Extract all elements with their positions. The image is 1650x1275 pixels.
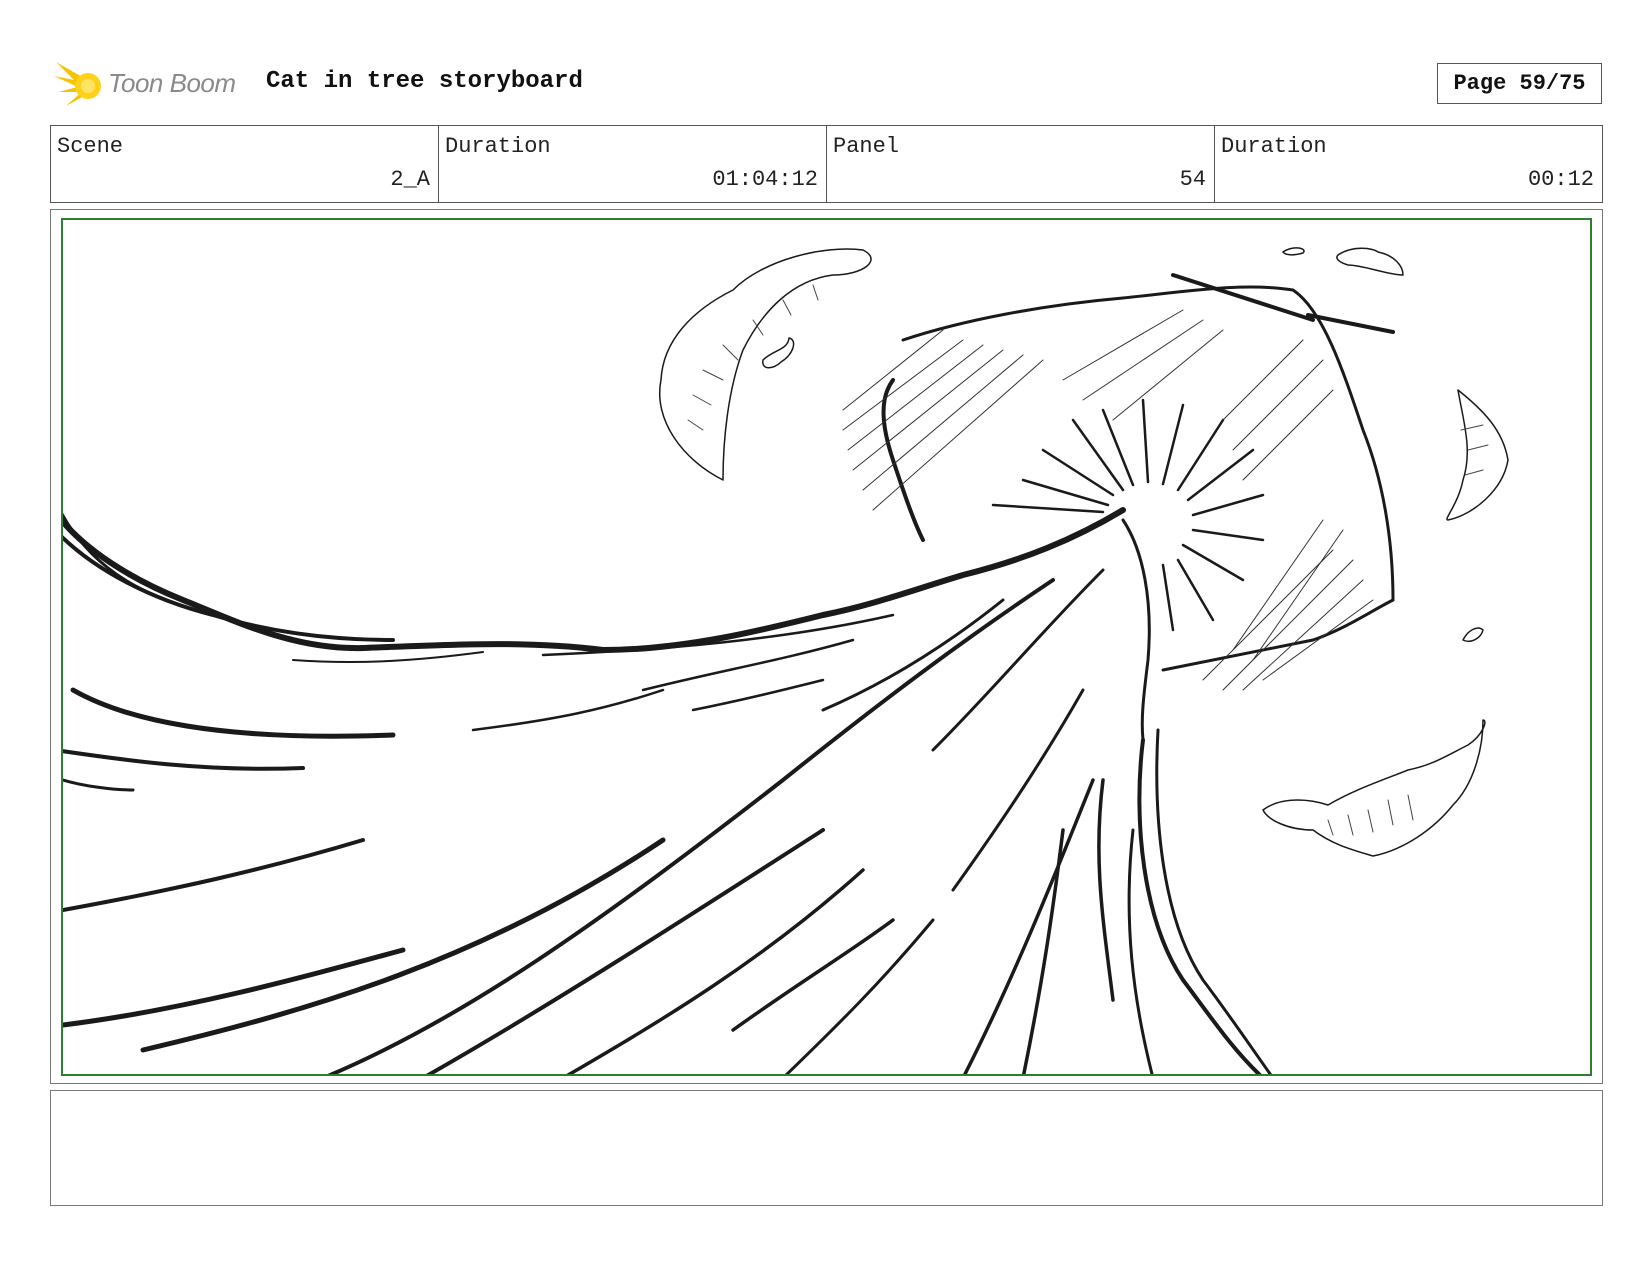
- scene-label: Scene: [57, 134, 124, 159]
- scene-duration-label: Duration: [445, 134, 551, 159]
- panel-image: [61, 218, 1592, 1076]
- panel-duration-cell: Duration 00:12: [1215, 126, 1602, 202]
- starburst-icon: [54, 62, 101, 106]
- notes-box: [50, 1090, 1603, 1206]
- scene-duration-cell: Duration 01:04:12: [439, 126, 827, 202]
- sketch-wave-tree: [63, 247, 1509, 1074]
- scene-duration-value: 01:04:12: [712, 167, 818, 192]
- panel-cell: Panel 54: [827, 126, 1215, 202]
- scene-value: 2_A: [390, 167, 430, 192]
- panel-duration-value: 00:12: [1527, 167, 1594, 192]
- panel-label: Panel: [833, 134, 900, 159]
- scene-cell: Scene 2_A: [51, 126, 439, 202]
- panel-duration-label: Duration: [1221, 134, 1327, 159]
- page-indicator: Page 59/75: [1437, 63, 1602, 104]
- panel-value: 54: [1179, 167, 1206, 192]
- logo-text: Toon Boom: [108, 68, 236, 98]
- scene-info-table: Scene 2_A Duration 01:04:12 Panel 54 Dur…: [50, 125, 1603, 203]
- toon-boom-logo: Toon Boom: [54, 58, 250, 110]
- document-title: Cat in tree storyboard: [266, 68, 583, 95]
